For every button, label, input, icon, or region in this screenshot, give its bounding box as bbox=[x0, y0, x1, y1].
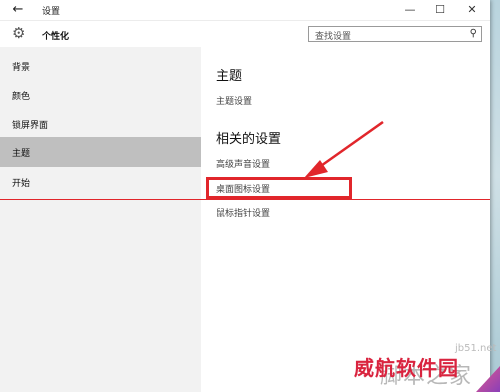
search-icon[interactable]: ⚲ bbox=[470, 28, 477, 39]
main-content: 主题 主题设置 相关的设置 高级声音设置 桌面图标设置 鼠标指针设置 bbox=[201, 47, 490, 392]
sidebar-item-label: 颜色 bbox=[12, 92, 31, 102]
watermark-brand: 威航软件园 bbox=[354, 356, 459, 380]
sidebar-item-background[interactable]: 背景 bbox=[0, 51, 201, 81]
sidebar: 背景 颜色 锁屏界面 主题 开始 bbox=[0, 47, 201, 392]
sidebar-item-label: 锁屏界面 bbox=[12, 121, 49, 131]
page-title: 个性化 bbox=[42, 32, 70, 42]
related-settings-heading: 相关的设置 bbox=[216, 132, 282, 147]
sidebar-item-themes[interactable]: 主题 bbox=[0, 137, 201, 167]
sidebar-item-label: 主题 bbox=[12, 149, 31, 159]
sidebar-item-start[interactable]: 开始 bbox=[0, 167, 201, 197]
mouse-pointer-settings-link[interactable]: 鼠标指针设置 bbox=[216, 206, 270, 219]
highlight-box bbox=[206, 177, 352, 199]
window-title: 设置 bbox=[42, 7, 61, 17]
advanced-sound-settings-link[interactable]: 高级声音设置 bbox=[216, 157, 270, 170]
back-arrow-icon[interactable]: ← bbox=[10, 2, 26, 18]
theme-heading: 主题 bbox=[216, 69, 243, 84]
maximize-button[interactable]: ☐ bbox=[428, 1, 452, 19]
annotation-line bbox=[0, 199, 490, 200]
search-input[interactable]: 查找设置 ⚲ bbox=[308, 26, 482, 42]
sidebar-item-label: 开始 bbox=[12, 179, 31, 189]
gear-icon: ⚙ bbox=[12, 24, 26, 42]
watermark-domain: jb51.net bbox=[455, 343, 497, 354]
sidebar-item-label: 背景 bbox=[12, 63, 31, 73]
page-header: ⚙ 个性化 查找设置 ⚲ bbox=[0, 21, 490, 47]
sidebar-item-lock-screen[interactable]: 锁屏界面 bbox=[0, 109, 201, 139]
theme-settings-link[interactable]: 主题设置 bbox=[216, 94, 252, 107]
title-bar: ← 设置 — ☐ ✕ bbox=[0, 0, 490, 21]
sidebar-item-colors[interactable]: 颜色 bbox=[0, 80, 201, 110]
search-placeholder: 查找设置 bbox=[315, 32, 352, 42]
minimize-button[interactable]: — bbox=[398, 1, 422, 19]
close-button[interactable]: ✕ bbox=[460, 1, 484, 19]
